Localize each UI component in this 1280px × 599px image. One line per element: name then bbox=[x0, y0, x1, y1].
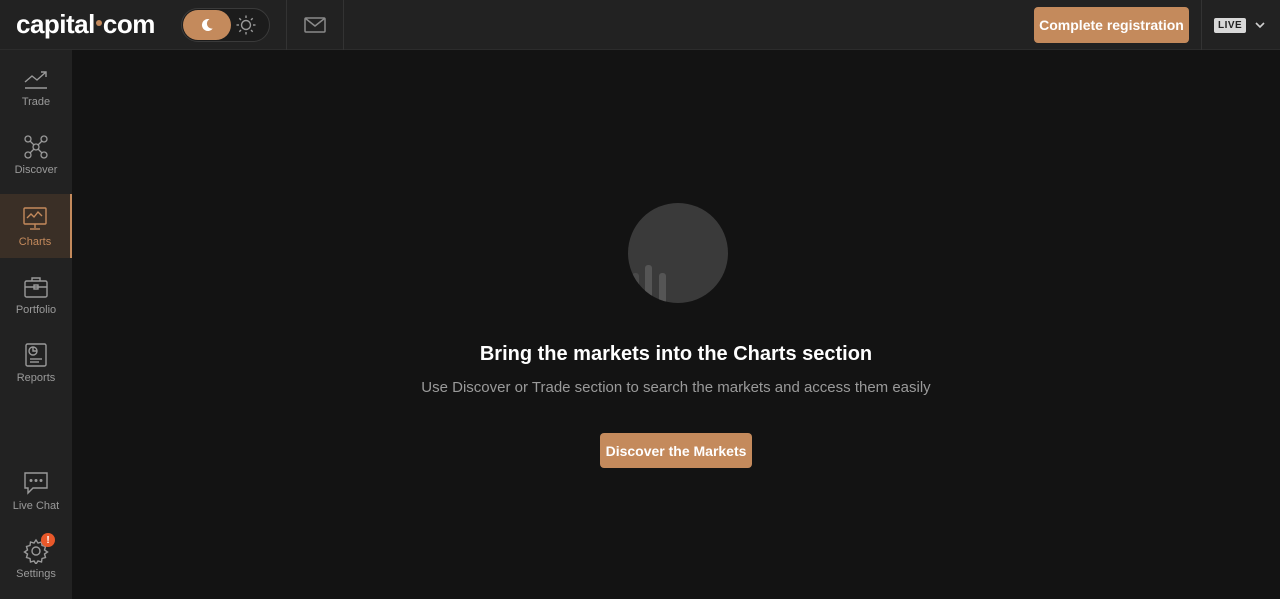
sun-icon bbox=[236, 15, 256, 35]
dark-theme-option[interactable] bbox=[183, 10, 231, 40]
sidebar-item-live-chat[interactable]: Live Chat bbox=[0, 458, 72, 522]
sidebar-item-label: Trade bbox=[21, 95, 51, 108]
logo-dot bbox=[95, 20, 102, 26]
illustration-bar bbox=[645, 265, 652, 303]
briefcase-icon bbox=[24, 276, 48, 298]
empty-state-subtitle: Use Discover or Trade section to search … bbox=[421, 379, 931, 396]
light-theme-option[interactable] bbox=[234, 13, 258, 37]
settings-alert-badge: ! bbox=[41, 533, 55, 547]
chat-icon bbox=[24, 471, 48, 495]
sidebar-item-discover[interactable]: Discover bbox=[0, 122, 72, 186]
divider bbox=[286, 0, 287, 50]
messages-button[interactable] bbox=[302, 13, 328, 37]
sidebar-item-label: Live Chat bbox=[12, 499, 60, 512]
logo-text-left: capital bbox=[16, 8, 95, 39]
discover-markets-button[interactable]: Discover the Markets bbox=[600, 433, 752, 468]
divider bbox=[343, 0, 344, 50]
sidebar-item-settings[interactable]: ! Settings bbox=[0, 526, 72, 590]
logo-text-right: com bbox=[102, 8, 155, 39]
sidebar-item-label: Portfolio bbox=[15, 303, 57, 316]
sidebar-item-charts[interactable]: Charts bbox=[0, 194, 72, 258]
complete-registration-button[interactable]: Complete registration bbox=[1034, 7, 1189, 43]
theme-toggle[interactable] bbox=[181, 8, 270, 42]
chevron-down-icon bbox=[1255, 22, 1265, 29]
chart-monitor-icon bbox=[23, 206, 47, 230]
moon-icon bbox=[201, 18, 213, 31]
mail-icon bbox=[304, 17, 326, 33]
report-icon bbox=[25, 342, 47, 367]
sidebar-item-reports[interactable]: Reports bbox=[0, 330, 72, 394]
network-icon bbox=[24, 134, 48, 159]
charts-empty-state: Bring the markets into the Charts sectio… bbox=[72, 50, 1280, 599]
sidebar: Trade Discover Charts Portfolio Reports … bbox=[0, 50, 72, 599]
empty-state-title: Bring the markets into the Charts sectio… bbox=[479, 343, 873, 365]
illustration-bar bbox=[659, 273, 666, 303]
account-mode-switch[interactable]: LIVE bbox=[1214, 15, 1266, 35]
sidebar-item-label: Discover bbox=[14, 163, 58, 176]
top-bar: capital com Complete registration LIVE bbox=[0, 0, 1280, 50]
capital-logo[interactable]: capital com bbox=[16, 8, 155, 40]
sidebar-item-label: Charts bbox=[18, 235, 52, 248]
divider bbox=[1201, 0, 1202, 50]
trend-icon bbox=[24, 70, 47, 89]
sidebar-item-label: Reports bbox=[16, 371, 56, 384]
sidebar-item-label: Settings bbox=[16, 567, 56, 580]
sidebar-item-portfolio[interactable]: Portfolio bbox=[0, 262, 72, 326]
live-badge: LIVE bbox=[1214, 17, 1247, 33]
empty-chart-illustration bbox=[628, 203, 728, 303]
illustration-bar bbox=[632, 273, 639, 303]
sidebar-item-trade[interactable]: Trade bbox=[0, 54, 72, 118]
